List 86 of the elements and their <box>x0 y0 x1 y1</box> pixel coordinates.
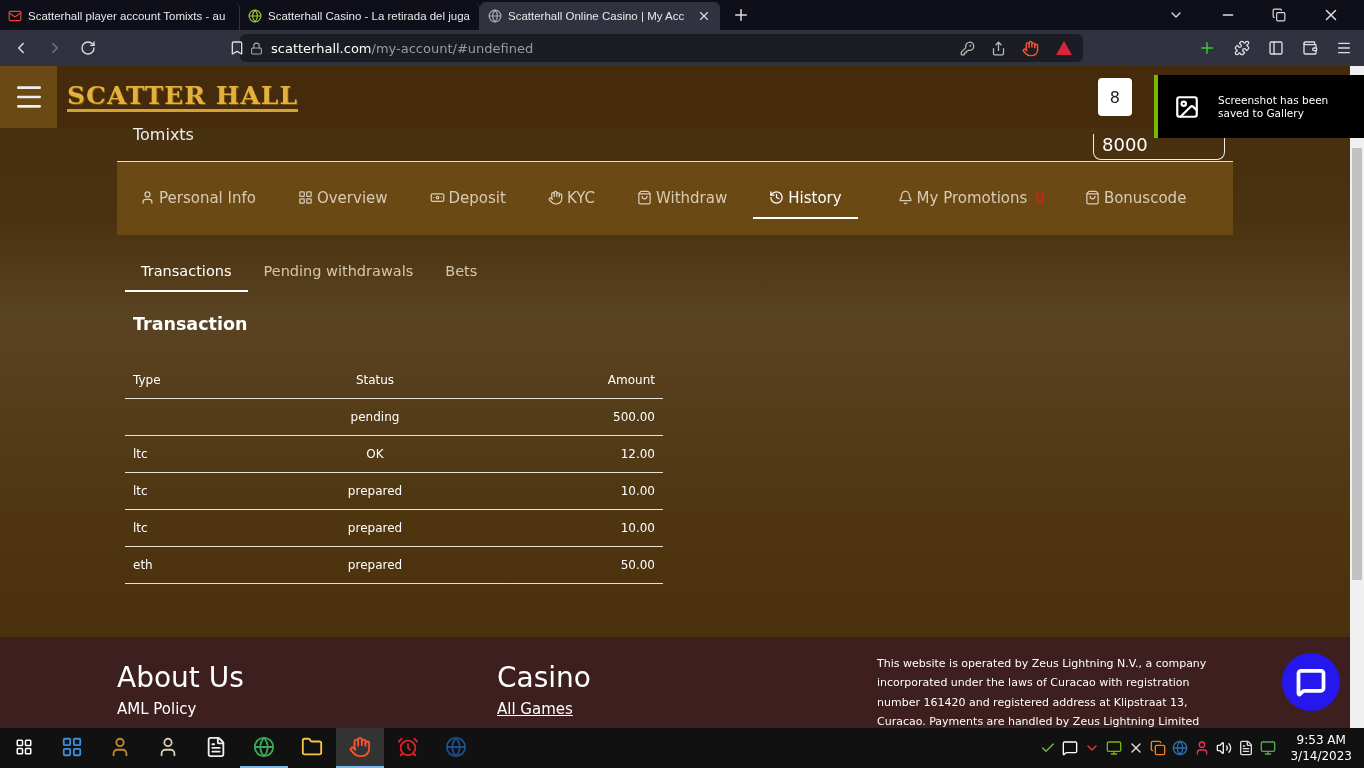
menu-icon[interactable] <box>1336 40 1352 56</box>
footer-link[interactable]: All Games <box>497 700 573 718</box>
hand-icon <box>547 190 563 205</box>
gallery-icon <box>1174 93 1200 120</box>
footer-heading: About Us <box>117 661 245 694</box>
file-app-icon[interactable] <box>205 736 227 758</box>
nav-tab[interactable]: Deposit <box>429 178 506 219</box>
notification-toast: Screenshot has been saved to Gallery <box>1154 75 1364 138</box>
table-cell-text: prepared <box>346 521 404 535</box>
nav-tab[interactable]: My Promotions 0 <box>897 178 1045 219</box>
table-cell-text: ltc <box>132 484 149 498</box>
section-tab[interactable]: Bets <box>429 255 494 292</box>
bell-icon <box>897 190 913 205</box>
nav-tab[interactable]: Personal Info <box>140 178 256 219</box>
table-cell-text: ltc <box>132 521 149 535</box>
restore-icon[interactable] <box>1272 8 1286 22</box>
address-field[interactable]: scatterhall.com/my-account/#undefined <box>240 34 1083 62</box>
nav-tab[interactable]: Overview <box>297 178 388 219</box>
close-icon[interactable] <box>697 9 711 23</box>
promotions-count: 0 <box>1035 188 1045 207</box>
table-cell-text: pending <box>349 410 401 424</box>
url-text: scatterhall.com/my-account/#undefined <box>271 40 534 56</box>
bookmark-icon[interactable] <box>229 40 245 56</box>
nav-label: History <box>788 188 842 207</box>
footer-link[interactable]: AML Policy <box>117 700 197 718</box>
nav-tab[interactable]: Withdraw <box>637 178 728 219</box>
section-title: Transaction <box>133 314 249 334</box>
nav-label: Overview <box>316 188 388 207</box>
table-cell-text: 10.00 <box>619 521 656 535</box>
table-cell-text: 50.00 <box>619 558 656 572</box>
column-header: Amount <box>606 373 656 387</box>
table-cell-text: prepared <box>346 558 404 572</box>
section-tab[interactable]: Transactions <box>125 255 248 292</box>
nav-label: Bonuscode <box>1103 188 1187 207</box>
table-cell-text: 10.00 <box>619 484 656 498</box>
footer-heading: Casino <box>497 661 592 694</box>
history-icon <box>769 190 785 205</box>
sidebar-icon[interactable] <box>1268 40 1284 56</box>
header-button[interactable]: 8 <box>1097 78 1132 116</box>
lock-icon <box>250 41 263 55</box>
folder-app-icon[interactable] <box>301 736 323 758</box>
reload-icon[interactable] <box>80 40 96 56</box>
bag-icon <box>637 190 652 205</box>
table-cell-text: 500.00 <box>612 410 656 424</box>
alarm-app-icon[interactable] <box>397 736 419 758</box>
scrollbar[interactable] <box>1350 66 1364 728</box>
chat-tray-icon[interactable] <box>1062 740 1079 756</box>
table-cell-text: OK <box>365 447 385 461</box>
logo[interactable]: SCATTER HALL <box>67 82 298 112</box>
nav-label: KYC <box>566 188 595 207</box>
table-cell-text: 12.00 <box>619 447 656 461</box>
username: Tomixts <box>133 127 194 143</box>
puzzle-icon[interactable] <box>1234 40 1250 56</box>
table-cell-text: ltc <box>132 447 149 461</box>
bag-icon <box>1084 190 1100 205</box>
deposit-icon <box>429 190 445 205</box>
widgets-app-icon[interactable] <box>61 736 83 758</box>
windows-start-icon[interactable] <box>15 738 33 756</box>
nav-label: Withdraw <box>656 188 728 207</box>
menu-button[interactable] <box>0 66 57 128</box>
key-icon[interactable] <box>960 40 975 56</box>
column-header: Status <box>354 373 396 387</box>
clock[interactable]: 9:53 AM 3/14/2023 <box>1282 732 1364 764</box>
nav-label: Personal Info <box>159 188 256 207</box>
section-tab[interactable]: Pending withdrawals <box>247 255 430 292</box>
speaker-tray-icon[interactable] <box>1216 740 1233 756</box>
nav-label: My Promotions <box>916 188 1028 207</box>
chat-bubble-icon[interactable] <box>1296 667 1326 697</box>
nav-tab[interactable]: History <box>753 178 858 219</box>
legal-text: This website is operated by Zeus Lightning N.V., a company incorporated under the laws of Curacao with registration number 161420 and registered address at Klipstraat 13, Curacao. Payments are handled by Zeus Lightning Limited <box>877 656 1208 728</box>
table-cell-text: eth <box>132 558 154 572</box>
user-icon <box>140 190 155 205</box>
wallet-icon[interactable] <box>1302 40 1318 56</box>
mail-icon <box>8 9 22 23</box>
table-cell-text: prepared <box>346 484 404 498</box>
add-icon[interactable] <box>1198 39 1216 57</box>
triangle-icon[interactable] <box>1055 40 1073 56</box>
monitor-tray-icon[interactable] <box>1260 740 1277 756</box>
globe-icon <box>488 9 502 23</box>
nav-tab[interactable]: KYC <box>547 178 595 219</box>
column-header: Type <box>132 373 162 387</box>
share-icon[interactable] <box>991 40 1006 56</box>
grid-icon <box>297 190 313 205</box>
nav-label: Deposit <box>448 188 506 207</box>
nav-tab[interactable]: Bonuscode <box>1084 178 1187 219</box>
browser-tab[interactable]: Scatterhall Online Casino | My Acc <box>480 2 720 30</box>
